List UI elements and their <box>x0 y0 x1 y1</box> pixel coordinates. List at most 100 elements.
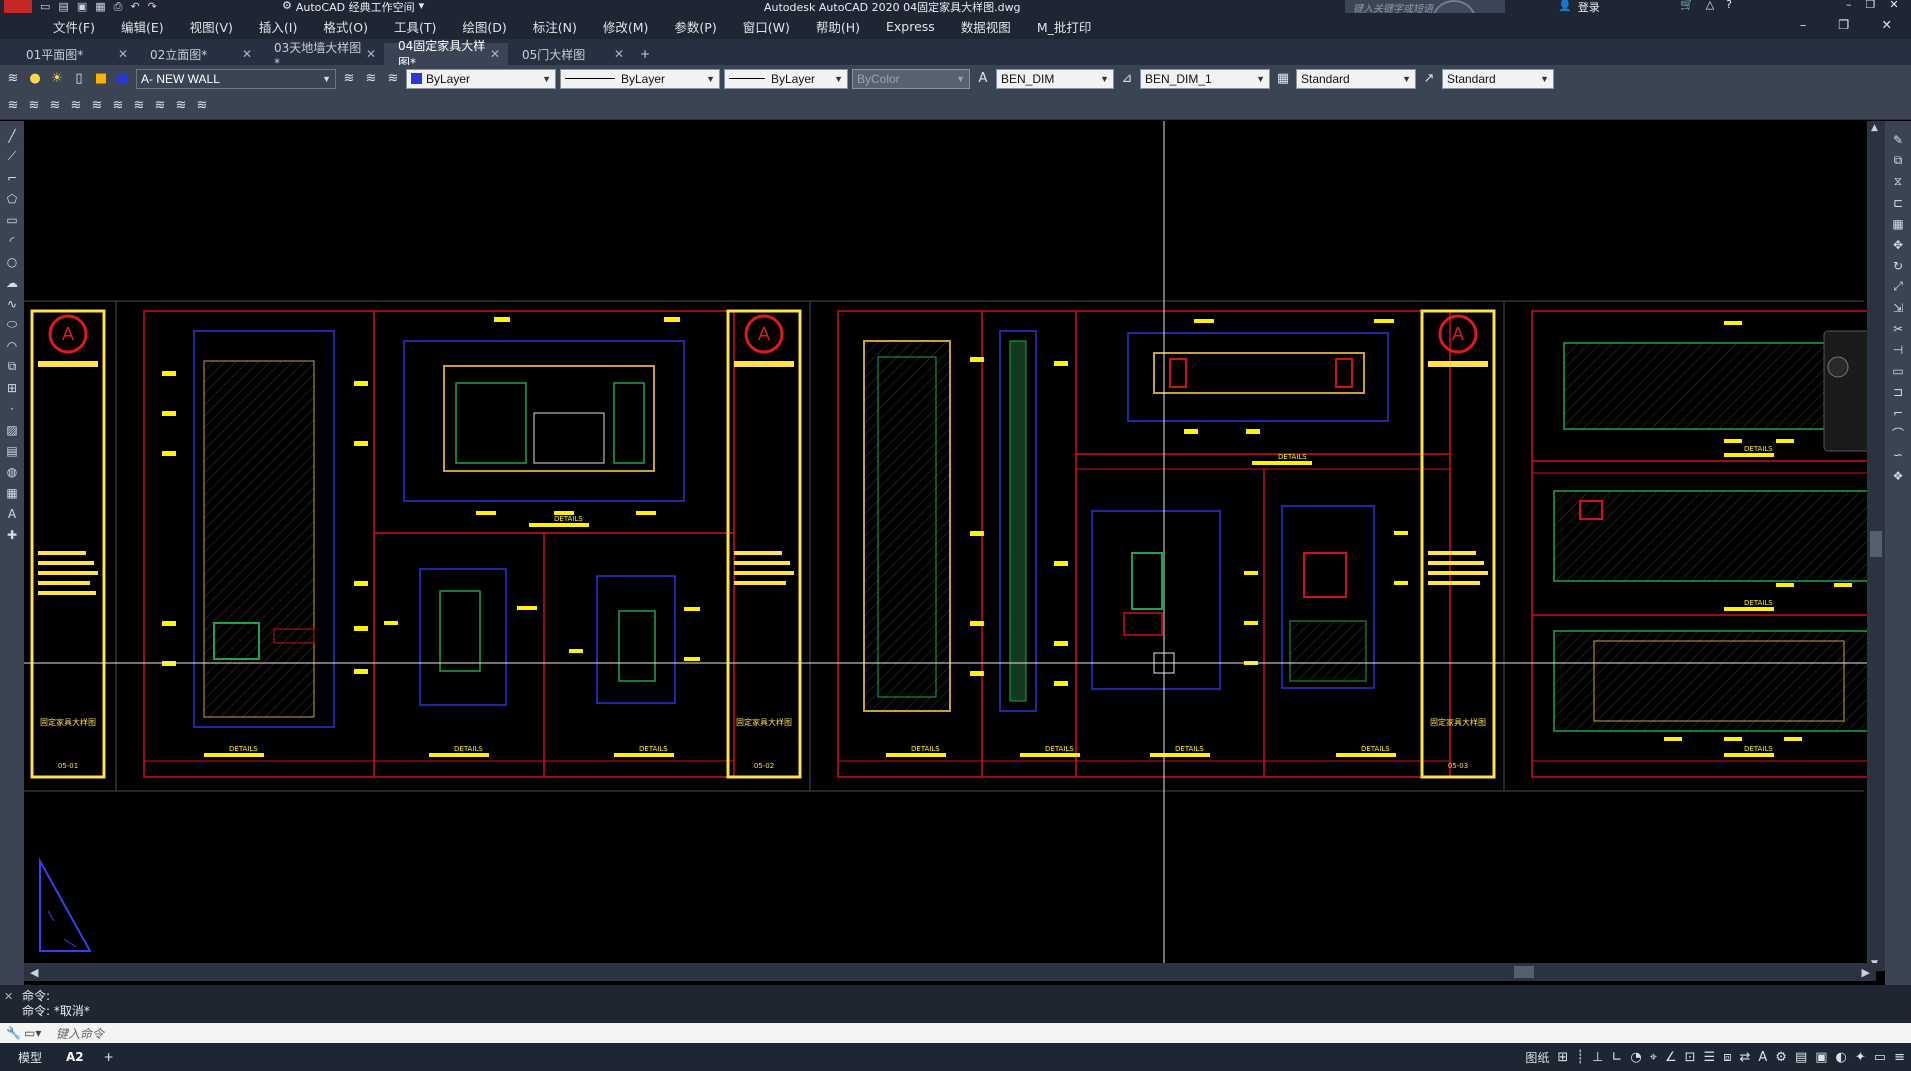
customize-icon[interactable]: ≡ <box>1894 1050 1905 1065</box>
text-style-icon[interactable]: A <box>974 70 992 88</box>
saveas-icon[interactable]: ▦ <box>95 0 105 14</box>
drawing-canvas[interactable]: A 固定家具大样图 05-01 DETAILS DETAILS DETAILS … <box>24 121 1876 971</box>
pan-icon[interactable] <box>1827 356 1849 378</box>
stretch-icon[interactable]: ⇲ <box>1890 299 1906 316</box>
menu-tools[interactable]: 工具(T) <box>383 17 447 36</box>
linetype-dropdown[interactable]: ByLayer ▼ <box>560 68 720 89</box>
erase-icon[interactable]: ✎ <box>1890 131 1906 148</box>
mleader-style-icon[interactable]: ↗ <box>1420 70 1438 88</box>
units-icon[interactable]: ▤ <box>1795 1050 1807 1065</box>
close-icon[interactable]: ✕ <box>614 47 624 61</box>
command-menu-icon[interactable]: ▭▾ <box>24 1026 41 1040</box>
redo-icon[interactable]: ↷ <box>148 0 157 14</box>
restore-icon[interactable]: ❐ <box>1866 0 1876 11</box>
gradient-icon[interactable]: ▤ <box>4 442 20 459</box>
layer-unisolate-icon[interactable]: ≋ <box>25 97 43 115</box>
menu-dataview[interactable]: 数据视图 <box>950 17 1022 36</box>
menu-insert[interactable]: 插入(I) <box>248 17 308 36</box>
ellipse-arc-icon[interactable]: ◠ <box>4 337 20 354</box>
help-icon[interactable]: ? <box>1726 0 1732 11</box>
table-icon[interactable]: ▦ <box>4 484 20 501</box>
close-icon[interactable]: ✕ <box>1889 0 1898 11</box>
layer-dropdown[interactable]: A- NEW WALL ▼ <box>136 68 336 89</box>
region-icon[interactable]: ◍ <box>4 463 20 480</box>
print-icon[interactable]: ⎙ <box>114 0 123 14</box>
isolate-icon[interactable]: ◐ <box>1836 1050 1847 1065</box>
menu-batchplot[interactable]: M_批打印 <box>1026 17 1103 36</box>
make-block-icon[interactable]: ⊞ <box>4 379 20 396</box>
menu-modify[interactable]: 修改(M) <box>592 17 660 36</box>
app-logo[interactable] <box>4 0 32 13</box>
infer-icon[interactable]: ⊥ <box>1592 1050 1603 1065</box>
rectangle-icon[interactable]: ▭ <box>4 211 20 228</box>
hatch-icon[interactable]: ▨ <box>4 421 20 438</box>
layer-merge-icon[interactable]: ≋ <box>109 97 127 115</box>
tab-furniture-details[interactable]: 04固定家具大样图* ✕ <box>384 39 508 70</box>
close-icon[interactable]: ✕ <box>366 47 376 61</box>
dim-style-dropdown[interactable]: BEN_DIM_1 ▼ <box>1140 68 1270 89</box>
menu-dimension[interactable]: 标注(N) <box>522 17 588 36</box>
wrench-icon[interactable]: 🔧 <box>6 1026 21 1040</box>
dim-style-icon[interactable]: ⊿ <box>1118 70 1136 88</box>
snap-icon[interactable]: ┊ <box>1576 1050 1584 1065</box>
polar-icon[interactable]: ◔ <box>1630 1050 1641 1065</box>
tab-floorplan[interactable]: 01平面图* ✕ <box>12 43 136 65</box>
color-dropdown[interactable]: ByLayer ▼ <box>406 68 556 89</box>
table-style-dropdown[interactable]: Standard ▼ <box>1296 68 1416 89</box>
trim-icon[interactable]: ✂ <box>1890 320 1906 337</box>
close-icon[interactable]: ✕ <box>242 47 252 61</box>
array-icon[interactable]: ▦ <box>1890 215 1906 232</box>
unlock-icon[interactable]: ■ <box>92 70 110 88</box>
lineweight-icon[interactable]: ☰ <box>1704 1050 1716 1065</box>
extend-icon[interactable]: ⊣ <box>1890 341 1906 358</box>
layer-manager-icon[interactable]: ≋ <box>4 70 22 88</box>
lineweight-dropdown[interactable]: ByLayer ▼ <box>724 68 848 89</box>
revcloud-icon[interactable]: ☁ <box>4 274 20 291</box>
table-style-icon[interactable]: ▦ <box>1274 70 1292 88</box>
rotate-icon[interactable]: ↻ <box>1890 257 1906 274</box>
close-icon[interactable]: ✕ <box>4 989 13 1004</box>
polyline-icon[interactable]: ⌐ <box>4 169 20 186</box>
tab-elevation[interactable]: 02立面图* ✕ <box>136 43 260 65</box>
layer-unlock-icon[interactable]: ≋ <box>193 97 211 115</box>
save-icon[interactable]: ▣ <box>77 0 87 14</box>
ortho-icon[interactable]: ∟ <box>1611 1050 1622 1065</box>
dynamic-ucs-icon[interactable]: ⊡ <box>1685 1050 1696 1065</box>
cart-icon[interactable]: 🛒 <box>1680 0 1694 11</box>
exchange-icon[interactable]: △ <box>1706 0 1714 11</box>
move-icon[interactable]: ✥ <box>1890 236 1906 253</box>
add-selected-icon[interactable]: ✚ <box>4 526 20 543</box>
layer-on-icon[interactable]: ● <box>26 70 44 88</box>
scroll-thumb[interactable] <box>1870 531 1882 557</box>
text-style-dropdown[interactable]: BEN_DIM ▼ <box>996 68 1114 89</box>
circle-icon[interactable]: ○ <box>4 253 20 270</box>
minimize-icon[interactable]: – <box>1846 0 1852 11</box>
model-tab[interactable]: 模型 <box>14 1049 46 1066</box>
vertical-scrollbar[interactable]: ▲ ▼ <box>1867 121 1885 971</box>
menu-edit[interactable]: 编辑(E) <box>110 17 175 36</box>
selection-cycling-icon[interactable]: ⇄ <box>1739 1050 1750 1065</box>
menu-window[interactable]: 窗口(W) <box>732 17 801 36</box>
make-current-icon[interactable]: ≋ <box>340 70 358 88</box>
open-icon[interactable]: ▤ <box>58 0 68 14</box>
blend-icon[interactable]: ∽ <box>1890 446 1906 463</box>
quick-properties-icon[interactable]: ▣ <box>1815 1050 1827 1065</box>
tab-door-details[interactable]: 05门大样图 ✕ <box>508 43 632 65</box>
paper-space-toggle[interactable]: 图纸 <box>1525 1049 1549 1066</box>
hardware-accel-icon[interactable]: ✦ <box>1855 1050 1866 1065</box>
join-icon[interactable]: ⊐ <box>1890 383 1906 400</box>
search-input[interactable]: 键入关键字或短语 <box>1345 0 1505 15</box>
mleader-style-dropdown[interactable]: Standard ▼ <box>1442 68 1554 89</box>
scroll-thumb[interactable] <box>1514 966 1534 978</box>
workspace-icon[interactable]: ⚙ <box>1775 1050 1787 1065</box>
menu-parametric[interactable]: 参数(P) <box>663 17 727 36</box>
insert-block-icon[interactable]: ⧉ <box>4 358 20 375</box>
mtext-icon[interactable]: A <box>4 505 20 522</box>
annotation-icon[interactable]: A <box>1758 1050 1767 1065</box>
doc-restore-icon[interactable]: ❐ <box>1827 17 1860 32</box>
layer-walk-icon[interactable]: ≋ <box>88 97 106 115</box>
copy-icon[interactable]: ⧉ <box>1890 152 1906 169</box>
transparency-icon[interactable]: ⧈ <box>1723 1050 1731 1065</box>
menu-file[interactable]: 文件(F) <box>42 17 106 36</box>
scroll-right-icon[interactable]: ▶ <box>1862 966 1870 979</box>
